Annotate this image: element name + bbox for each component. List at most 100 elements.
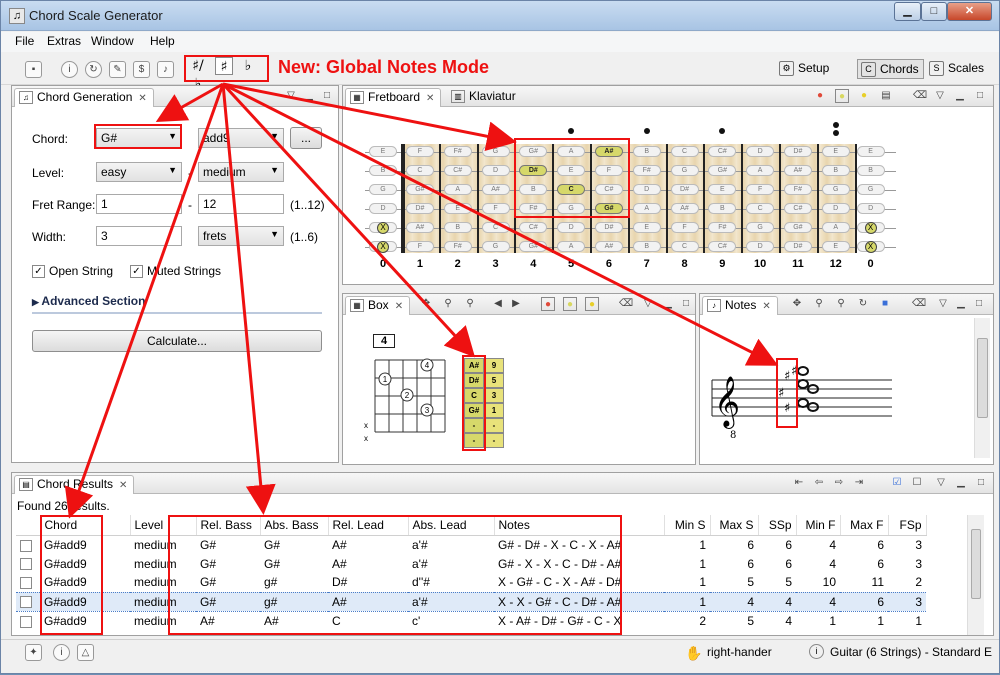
fret-note[interactable]: F# (632, 165, 661, 176)
tuning-icon[interactable]: △ (77, 644, 94, 661)
minimize-view-icon[interactable]: ▁ (954, 297, 968, 311)
close-tab-icon[interactable]: ✕ (138, 93, 146, 104)
refresh-icon[interactable]: ↻ (856, 297, 870, 311)
tool-icon[interactable]: ✥ (419, 297, 433, 311)
minimize-view-icon[interactable]: ▁ (302, 89, 316, 103)
fret-note[interactable]: B (632, 146, 661, 157)
fret-note[interactable]: F (594, 165, 623, 176)
tab-chord-results[interactable]: ▤ Chord Results ✕ (14, 475, 135, 494)
view-menu-icon[interactable]: ▽ (933, 89, 947, 103)
view-menu-icon[interactable]: ▽ (934, 476, 948, 490)
gold-dot-icon[interactable]: ● (585, 297, 599, 311)
first-icon[interactable]: ⇤ (792, 476, 806, 490)
tab-box[interactable]: ▦ Box ✕ (345, 296, 411, 315)
menu-file[interactable]: File (15, 34, 34, 48)
column-header[interactable]: Max S (710, 515, 759, 536)
fret-note[interactable]: G (369, 184, 397, 195)
perspective-scales[interactable]: S Scales (926, 59, 988, 79)
fret-note[interactable]: G# (519, 241, 548, 252)
fret-note[interactable]: E (708, 184, 737, 195)
view-menu-icon[interactable]: ▽ (641, 297, 655, 311)
fret-note[interactable]: E (443, 203, 472, 214)
scrollbar-thumb[interactable] (971, 529, 981, 599)
previous-icon[interactable]: ⇦ (812, 476, 826, 490)
fret-note[interactable]: G (557, 203, 586, 214)
fret-note[interactable]: D (369, 203, 397, 214)
tab-klaviatur[interactable]: ▥ Klaviatur (447, 88, 522, 107)
fret-note[interactable]: B (369, 165, 397, 176)
table-row[interactable]: G#add9 medium G# G# A# a'# G# - D# - X - C - X… (16, 535, 926, 554)
eraser-icon[interactable]: ⌫ (912, 297, 926, 311)
save-icon[interactable]: ▪ (25, 61, 42, 78)
column-header[interactable]: SSp (758, 515, 797, 536)
notes-scrollbar[interactable] (974, 318, 990, 458)
fret-note[interactable]: D (746, 146, 775, 157)
pin-icon[interactable]: ⚲ (812, 297, 826, 311)
level-from-select[interactable]: easy ▼ (96, 162, 182, 182)
fret-note[interactable]: A# (481, 184, 510, 195)
fret-note[interactable]: C (557, 184, 586, 195)
fret-note[interactable]: G# (783, 222, 812, 233)
previous-icon[interactable]: ◀ (491, 297, 505, 311)
fret-note[interactable]: A (746, 165, 775, 176)
maximize-view-icon[interactable]: □ (320, 89, 334, 103)
fret-note[interactable]: B (519, 184, 548, 195)
maximize-view-icon[interactable]: □ (973, 89, 987, 103)
gold-dot-icon[interactable]: ● (857, 89, 871, 103)
fret-note[interactable]: F# (443, 241, 472, 252)
red-dot-icon[interactable]: ● (813, 89, 827, 103)
scrollbar-thumb[interactable] (977, 338, 988, 418)
fret-note[interactable]: A# (594, 146, 623, 157)
new-icon[interactable]: ✦ (25, 644, 42, 661)
fret-note[interactable]: C (405, 165, 434, 176)
fret-note[interactable]: D (821, 203, 850, 214)
fret-note[interactable]: G (746, 222, 775, 233)
notation-staff[interactable]: 𝄞 8 ♯ ♯ ♯ ♯ (708, 354, 898, 444)
fret-note[interactable]: F (405, 241, 434, 252)
chord-more-button[interactable]: ... (290, 127, 322, 149)
fret-note[interactable]: C (481, 222, 510, 233)
fret-note[interactable]: G# (405, 184, 434, 195)
fret-note[interactable]: E (632, 222, 661, 233)
fret-note[interactable]: B (632, 241, 661, 252)
column-header[interactable]: Min S (664, 515, 711, 536)
fret-note[interactable]: C (670, 146, 699, 157)
maximize-button[interactable]: □ (921, 2, 947, 21)
width-unit-select[interactable]: frets ▼ (198, 226, 284, 246)
fret-note[interactable]: G (670, 165, 699, 176)
square-icon[interactable]: ■ (878, 297, 892, 311)
next-icon[interactable]: ⇨ (832, 476, 846, 490)
red-dot-icon[interactable]: ● (541, 297, 555, 311)
fret-note[interactable]: A (557, 146, 586, 157)
fret-note[interactable]: C# (783, 203, 812, 214)
tool-icon[interactable]: ✥ (790, 297, 804, 311)
fret-note[interactable]: G# (708, 165, 737, 176)
column-header[interactable]: Rel. Bass (196, 515, 261, 536)
column-header[interactable]: Rel. Lead (328, 515, 409, 536)
column-header[interactable]: FSp (888, 515, 927, 536)
edit-icon[interactable]: ✎ (109, 61, 126, 78)
tab-chord-generation[interactable]: ♫ Chord Generation ✕ (14, 88, 154, 107)
fret-note[interactable]: C# (708, 241, 737, 252)
export-icon[interactable]: $ (133, 61, 150, 78)
fret-note[interactable]: A (632, 203, 661, 214)
fret-note[interactable]: B (443, 222, 472, 233)
pin-icon[interactable]: ⚲ (441, 297, 455, 311)
fret-note[interactable]: B (708, 203, 737, 214)
minimize-view-icon[interactable]: ▁ (954, 476, 968, 490)
fret-note[interactable]: B (856, 165, 885, 176)
uncheck-all-icon[interactable]: ☐ (910, 476, 924, 490)
column-header[interactable]: Level (130, 515, 197, 536)
fret-note[interactable]: A# (594, 241, 623, 252)
fret-note[interactable]: C# (594, 184, 623, 195)
fret-note[interactable]: G (481, 241, 510, 252)
fret-note[interactable]: F (405, 146, 434, 157)
column-header[interactable]: Abs. Bass (260, 515, 329, 536)
fret-note[interactable]: D (746, 241, 775, 252)
chord-box-diagram[interactable]: 1 2 3 4 x x (363, 352, 463, 452)
perspective-chords[interactable]: C Chords (857, 59, 924, 79)
maximize-view-icon[interactable]: □ (972, 297, 986, 311)
fret-note[interactable]: D (856, 203, 885, 214)
menu-window[interactable]: Window (91, 34, 134, 48)
results-scrollbar[interactable] (967, 515, 984, 635)
